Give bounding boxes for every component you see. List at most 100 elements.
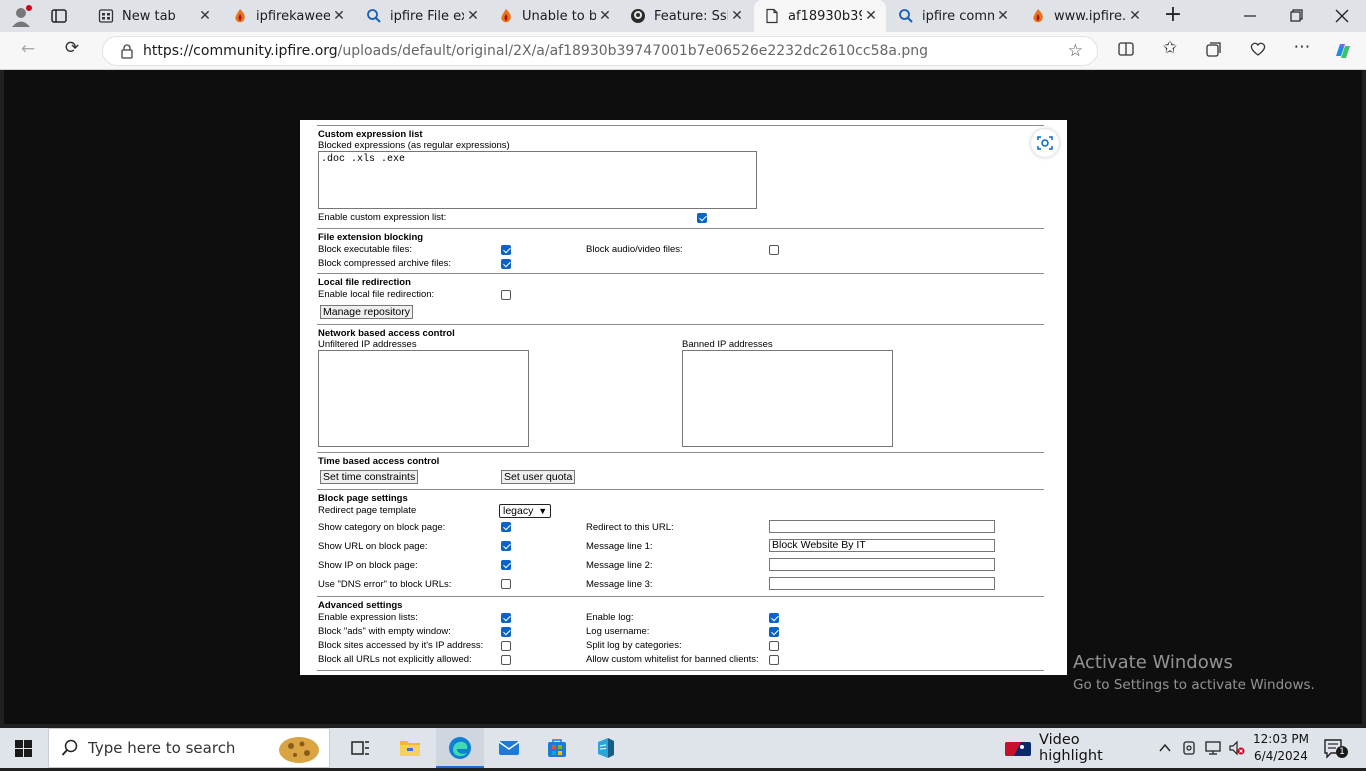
refresh-icon[interactable]: ⟳: [60, 38, 84, 58]
close-tab-icon[interactable]: ✕: [196, 8, 214, 24]
dns-error-checkbox[interactable]: [501, 579, 511, 589]
split-log-checkbox[interactable]: [769, 641, 779, 651]
enable-log-checkbox[interactable]: [769, 613, 779, 623]
mlb-logo-icon: [1005, 741, 1031, 756]
close-tab-icon[interactable]: ✕: [862, 8, 880, 24]
blocked-expressions-textarea[interactable]: .doc .xls .exe: [318, 151, 757, 209]
tab-1[interactable]: ipfirekawee.l ✕: [222, 0, 354, 32]
clock[interactable]: 12:03 PM 6/4/2024: [1252, 731, 1310, 765]
notifications-icon[interactable]: 1: [1322, 738, 1348, 760]
message-line-1-input[interactable]: Block Website By IT: [769, 539, 995, 552]
block-all-urls-checkbox[interactable]: [501, 655, 511, 665]
minimize-icon[interactable]: [1240, 8, 1260, 24]
split-screen-icon[interactable]: [1114, 40, 1138, 63]
manage-repository-button[interactable]: Manage repository: [320, 305, 413, 319]
section-heading-block-page: Block page settings: [318, 493, 408, 504]
taskbar: Type here to search Video highlight 12:0…: [0, 728, 1366, 768]
tab-3[interactable]: Unable to bl ✕: [488, 0, 620, 32]
log-username-checkbox[interactable]: [769, 627, 779, 637]
set-time-constraints-button[interactable]: Set time constraints: [320, 470, 419, 484]
azure-data-studio-icon[interactable]: [594, 736, 618, 760]
close-window-icon[interactable]: [1332, 8, 1352, 24]
block-ads-checkbox[interactable]: [501, 627, 511, 637]
edge-taskbar-active[interactable]: [436, 728, 484, 768]
mail-icon[interactable]: [497, 736, 521, 760]
search-placeholder: Type here to search: [88, 739, 236, 757]
image-search-icon[interactable]: [1031, 129, 1059, 157]
profile-avatar[interactable]: [10, 5, 32, 27]
enable-local-redirect-checkbox[interactable]: [501, 290, 511, 300]
address-bar[interactable]: https://community.ipfire.org/uploads/def…: [102, 36, 1098, 66]
tab-7[interactable]: www.ipfire.o ✕: [1020, 0, 1150, 32]
close-tab-icon[interactable]: ✕: [728, 8, 746, 24]
address-toolbar: ← ⟳ https://community.ipfire.org/uploads…: [0, 32, 1366, 70]
search-icon: [61, 739, 79, 757]
tab-title: New tab: [122, 8, 176, 24]
redirect-url-input[interactable]: [769, 520, 995, 533]
tab-5[interactable]: af18930b397 ✕: [754, 0, 886, 32]
tab-0[interactable]: New tab ✕: [88, 0, 220, 32]
banned-ip-label: Banned IP addresses: [682, 339, 773, 350]
close-tab-icon[interactable]: ✕: [596, 8, 614, 24]
show-url-checkbox[interactable]: [501, 541, 511, 551]
enable-custom-expression-checkbox[interactable]: [697, 213, 707, 223]
copilot-icon[interactable]: [1332, 40, 1354, 62]
back-icon[interactable]: ←: [16, 39, 40, 59]
collections-icon[interactable]: [1202, 40, 1226, 63]
enable-expression-lists-checkbox[interactable]: [501, 613, 511, 623]
favorite-star-icon[interactable]: ☆: [1068, 41, 1083, 61]
tab-2[interactable]: ipfire File ext ✕: [356, 0, 488, 32]
custom-whitelist-checkbox[interactable]: [769, 655, 779, 665]
tab-6[interactable]: ipfire commu ✕: [888, 0, 1018, 32]
new-tab-button[interactable]: +: [1161, 4, 1185, 28]
show-category-label: Show category on block page:: [318, 522, 446, 533]
message-line-2-input[interactable]: [769, 558, 995, 571]
chevron-down-icon: ▼: [538, 506, 548, 516]
tab-4[interactable]: Feature: SslB ✕: [620, 0, 752, 32]
split-log-label: Split log by categories:: [586, 640, 682, 651]
favorites-icon[interactable]: ✩: [1158, 38, 1182, 58]
block-archive-checkbox[interactable]: [501, 259, 511, 269]
show-ip-checkbox[interactable]: [501, 560, 511, 570]
file-explorer-icon[interactable]: [398, 736, 422, 760]
task-view-icon[interactable]: [348, 736, 372, 760]
block-ip-address-checkbox[interactable]: [501, 641, 511, 651]
divider: [317, 273, 1044, 274]
volume-muted-icon[interactable]: [1228, 740, 1246, 756]
search-icon: [366, 8, 382, 24]
video-highlight-widget[interactable]: Video highlight: [1005, 728, 1145, 768]
unfiltered-ip-textarea[interactable]: [318, 350, 529, 447]
more-menu-icon[interactable]: ⋯: [1290, 37, 1314, 57]
page-icon: [764, 8, 780, 24]
windows-start-icon[interactable]: [15, 740, 32, 757]
set-user-quota-button[interactable]: Set user quota: [501, 470, 576, 484]
activate-windows-title: Activate Windows: [1073, 652, 1233, 673]
block-archive-label: Block compressed archive files:: [318, 258, 452, 269]
banned-ip-textarea[interactable]: [682, 350, 893, 447]
section-heading-time-access: Time based access control: [318, 456, 440, 467]
close-tab-icon[interactable]: ✕: [330, 8, 348, 24]
ipfire-favicon: [1030, 8, 1046, 24]
close-tab-icon[interactable]: ✕: [464, 8, 482, 24]
close-tab-icon[interactable]: ✕: [994, 8, 1012, 24]
message-line-3-label: Message line 3:: [586, 579, 653, 590]
divider: [317, 596, 1044, 597]
taskbar-search-box[interactable]: Type here to search: [48, 728, 330, 768]
microsoft-store-icon[interactable]: [545, 736, 569, 760]
message-line-3-input[interactable]: [769, 577, 995, 590]
close-tab-icon[interactable]: ✕: [1126, 8, 1144, 24]
redirect-url-label: Redirect to this URL:: [586, 522, 674, 533]
tab-actions-icon[interactable]: [50, 7, 68, 25]
redirect-template-select[interactable]: legacy ▼: [499, 504, 552, 518]
meet-now-icon[interactable]: [1181, 740, 1197, 756]
network-icon[interactable]: [1204, 740, 1222, 756]
block-executable-checkbox[interactable]: [501, 245, 511, 255]
block-audio-video-checkbox[interactable]: [769, 245, 779, 255]
browser-essentials-icon[interactable]: [1246, 40, 1270, 63]
ipfire-favicon: [232, 8, 248, 24]
section-heading-local-redirect: Local file redirection: [318, 277, 411, 288]
chevron-up-icon[interactable]: [1157, 740, 1173, 756]
show-category-checkbox[interactable]: [501, 522, 511, 532]
search-icon: [898, 8, 914, 24]
restore-icon[interactable]: [1286, 8, 1306, 24]
